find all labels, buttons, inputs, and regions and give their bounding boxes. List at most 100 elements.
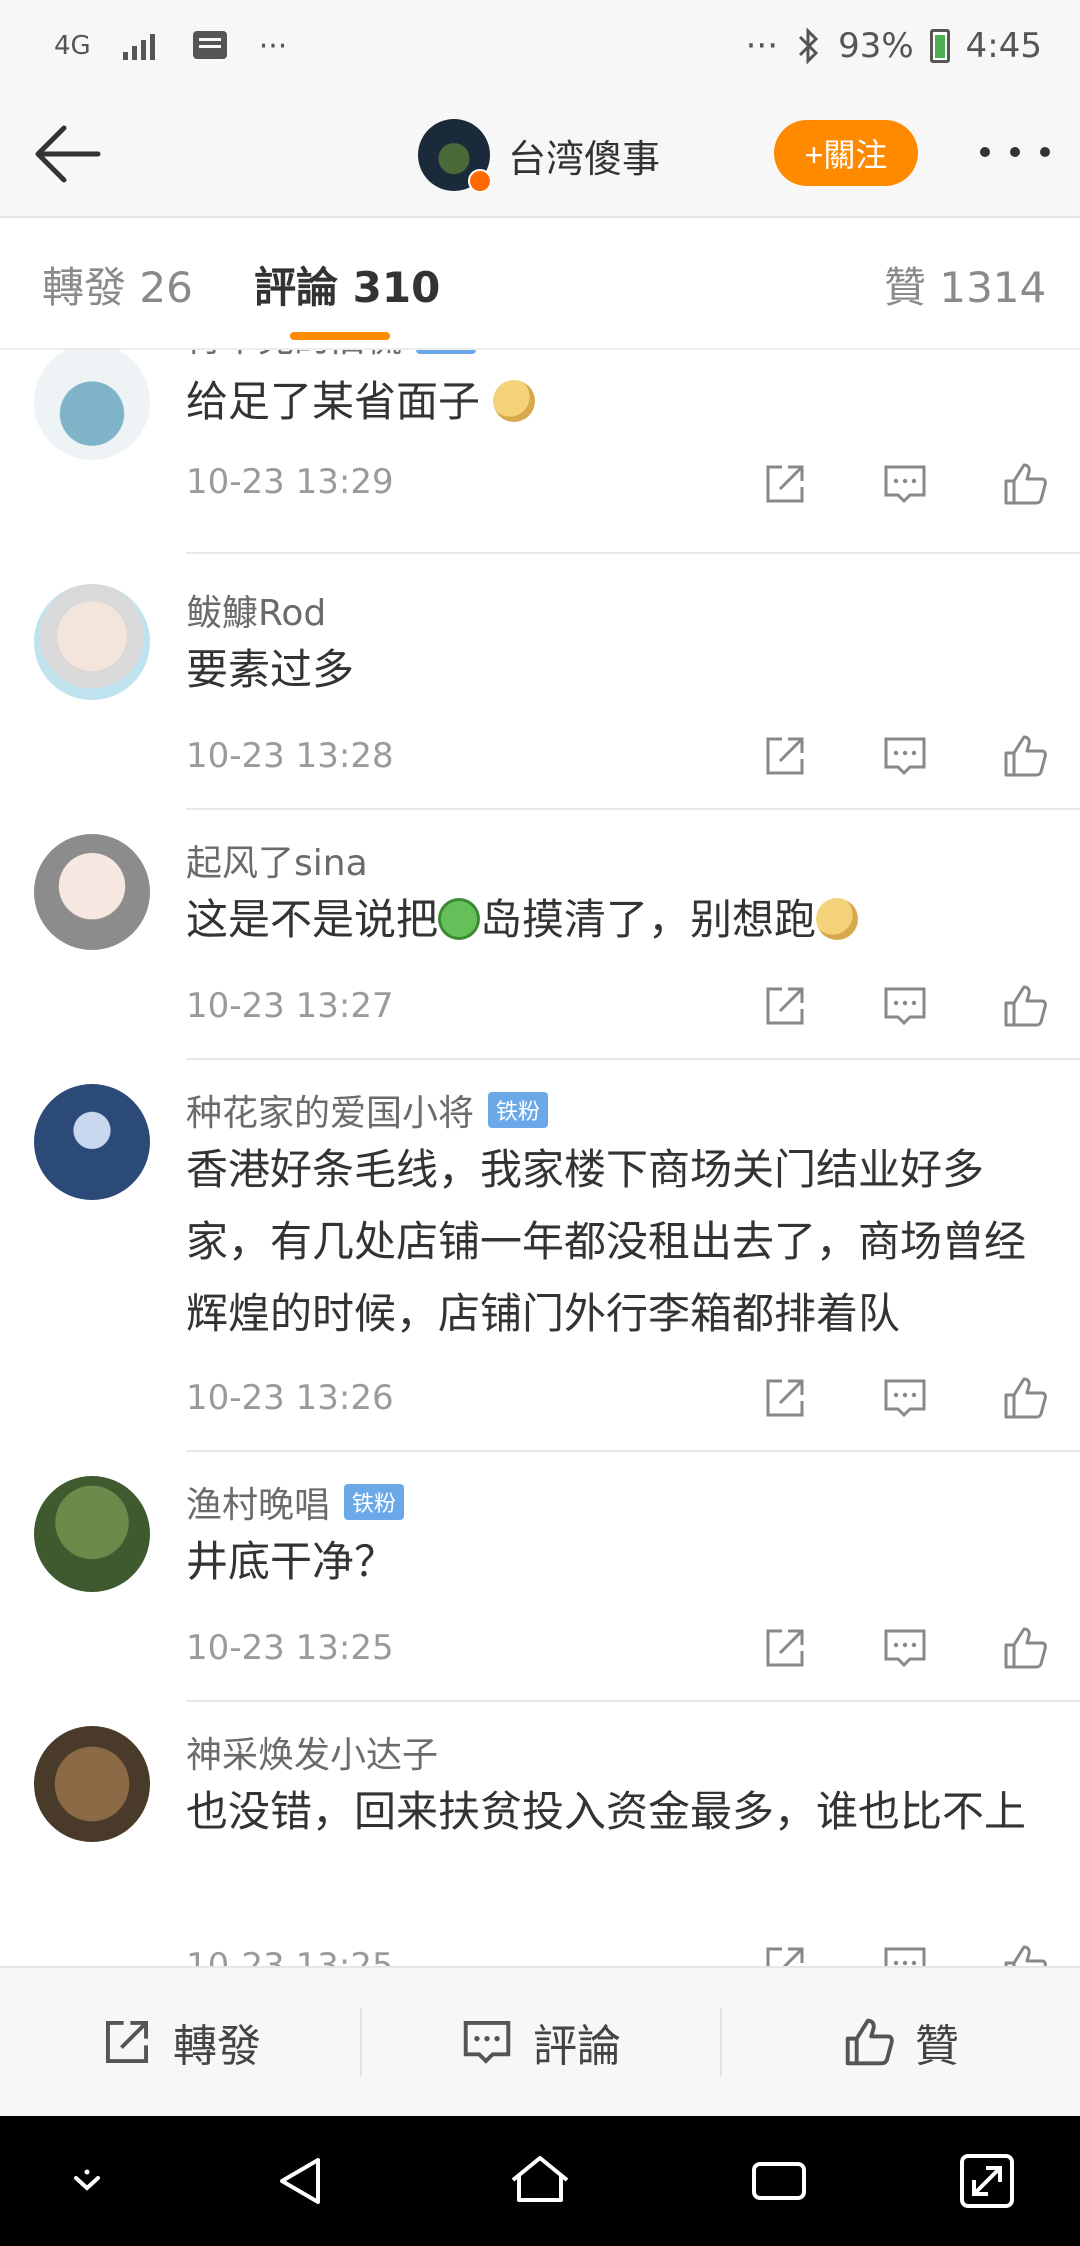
comment-time: 10-23 13:27: [186, 986, 394, 1026]
comment-text-body: 给足了某省面子: [186, 377, 481, 426]
comment-list[interactable]: 肖申克的旧梳 铁粉 给足了某省面子 10-23 13:29 鲅鱇Rod 要素过多…: [0, 350, 1080, 1966]
repost-icon[interactable]: [760, 981, 810, 1031]
like-icon[interactable]: [1000, 459, 1050, 509]
status-left: 4G ···: [54, 22, 287, 70]
author-name[interactable]: 种花家的爱国小将: [186, 1084, 474, 1136]
repost-icon[interactable]: [760, 1623, 810, 1673]
verified-badge-icon: [468, 169, 492, 193]
comment-author[interactable]: 种花家的爱国小将 铁粉: [186, 1084, 549, 1136]
comment-text: 给足了某省面子: [186, 366, 1046, 438]
chevron-down-icon[interactable]: [52, 2146, 122, 2216]
author-name[interactable]: 鲅鱇Rod: [186, 584, 326, 636]
doge-emoji-icon: [816, 898, 859, 940]
comment-time: 10-23 13:25: [186, 1628, 394, 1668]
account-avatar[interactable]: [418, 119, 492, 193]
comment-author[interactable]: 肖申克的旧梳 铁粉: [186, 350, 477, 362]
repost-icon[interactable]: [760, 1373, 810, 1423]
expand-icon[interactable]: [952, 2146, 1022, 2216]
avatar[interactable]: [34, 1726, 150, 1842]
author-name[interactable]: 起风了sina: [186, 834, 368, 886]
avatar[interactable]: [34, 350, 150, 460]
comment-icon[interactable]: [880, 1373, 930, 1423]
comment-icon[interactable]: [880, 981, 930, 1031]
comment-item: 鲅鱇Rod 要素过多 10-23 13:28: [0, 560, 1080, 810]
comment-item: 种花家的爱国小将 铁粉 香港好条毛线，我家楼下商场关门结业好多家，有几处店铺一年…: [0, 1060, 1080, 1452]
back-triangle-icon[interactable]: [266, 2146, 336, 2216]
account-header[interactable]: 台湾傻事: [418, 116, 660, 194]
comment-icon[interactable]: [880, 731, 930, 781]
message-icon: [192, 31, 227, 59]
status-more-left: ···: [258, 28, 288, 64]
comment-text: 这是不是说把 岛摸清了，别想跑: [186, 884, 1046, 956]
doge-emoji-icon: [493, 380, 536, 422]
comment-time: 10-23 13:26: [186, 1378, 394, 1418]
comment-button[interactable]: 評論: [360, 1968, 720, 2116]
comment-item: 渔村晚唱 铁粉 井底干净？ 10-23 13:25: [0, 1452, 1080, 1702]
tab-reposts[interactable]: 轉發 26: [42, 254, 193, 315]
like-button[interactable]: 贊: [720, 1968, 1080, 2116]
comment-actions: [760, 1620, 1050, 1676]
comment-item: 肖申克的旧梳 铁粉 给足了某省面子 10-23 13:29: [0, 350, 1080, 560]
repost-icon[interactable]: [760, 731, 810, 781]
network-indicator: 4G: [54, 31, 91, 61]
like-icon[interactable]: [1000, 981, 1050, 1031]
author-name[interactable]: 神采焕发小达子: [186, 1726, 438, 1778]
comment-icon[interactable]: [880, 1941, 930, 1966]
repost-icon[interactable]: [760, 1941, 810, 1966]
comment-actions: [760, 978, 1050, 1034]
fan-badge: 铁粉: [344, 1484, 405, 1520]
fan-badge: 铁粉: [488, 1092, 549, 1128]
like-icon: [845, 2018, 894, 2066]
comment-author[interactable]: 起风了sina: [186, 834, 368, 886]
author-name[interactable]: 肖申克的旧梳: [186, 350, 402, 362]
like-icon[interactable]: [1000, 1623, 1050, 1673]
avatar[interactable]: [34, 834, 150, 950]
top-header: 台湾傻事 +關注: [0, 92, 1080, 218]
fan-badge: 铁粉: [416, 350, 477, 354]
like-icon[interactable]: [1000, 1941, 1050, 1966]
avatar[interactable]: [34, 584, 150, 700]
comment-text: 井底干净？: [186, 1537, 397, 1586]
comment-time: 10-23 13:28: [186, 736, 394, 776]
system-nav-bar: [0, 2116, 1080, 2246]
signal-icon: [122, 34, 155, 60]
battery-percent: 93%: [838, 26, 914, 66]
active-tab-indicator: [290, 332, 390, 340]
more-options-icon[interactable]: [980, 132, 1050, 172]
comment-actions: [760, 728, 1050, 784]
bottom-action-bar: 轉發 評論 贊: [0, 1966, 1080, 2116]
comment-author[interactable]: 渔村晚唱 铁粉: [186, 1476, 405, 1528]
tab-comments[interactable]: 評論 310: [254, 254, 440, 315]
status-right: ··· 93% 4:45: [746, 22, 1042, 70]
comment-icon[interactable]: [880, 1623, 930, 1673]
repost-icon[interactable]: [760, 459, 810, 509]
repost-button[interactable]: 轉發: [0, 1968, 360, 2116]
comment-text-part-a: 这是不是说把: [186, 895, 439, 944]
clock: 4:45: [965, 26, 1042, 66]
comment-actions: [760, 456, 1050, 512]
author-name[interactable]: 渔村晚唱: [186, 1476, 330, 1528]
like-icon[interactable]: [1000, 731, 1050, 781]
recent-apps-icon[interactable]: [744, 2146, 814, 2216]
tab-likes[interactable]: 贊 1314: [884, 254, 1046, 315]
comment-author[interactable]: 鲅鱇Rod: [186, 584, 326, 636]
back-arrow-icon[interactable]: [28, 114, 108, 194]
repost-icon: [106, 2021, 148, 2063]
avatar[interactable]: [34, 1476, 150, 1592]
comment-author[interactable]: 神采焕发小达子: [186, 1726, 438, 1778]
divider: [186, 552, 1080, 554]
comment-actions: [760, 1370, 1050, 1426]
tab-bar: 轉發 26 評論 310 贊 1314: [0, 218, 1080, 350]
follow-button[interactable]: +關注: [774, 120, 918, 186]
frog-emoji-icon: [438, 898, 481, 940]
bluetooth-icon: [799, 27, 819, 65]
home-icon[interactable]: [505, 2146, 575, 2216]
comment-actions: [760, 1938, 1050, 1966]
account-name[interactable]: 台湾傻事: [508, 128, 660, 183]
battery-icon: [929, 29, 950, 63]
like-icon[interactable]: [1000, 1373, 1050, 1423]
avatar[interactable]: [34, 1084, 150, 1200]
comment-icon[interactable]: [880, 459, 930, 509]
status-bar: 4G ··· ··· 93% 4:45: [0, 0, 1080, 92]
like-label: 贊: [915, 2021, 959, 2072]
